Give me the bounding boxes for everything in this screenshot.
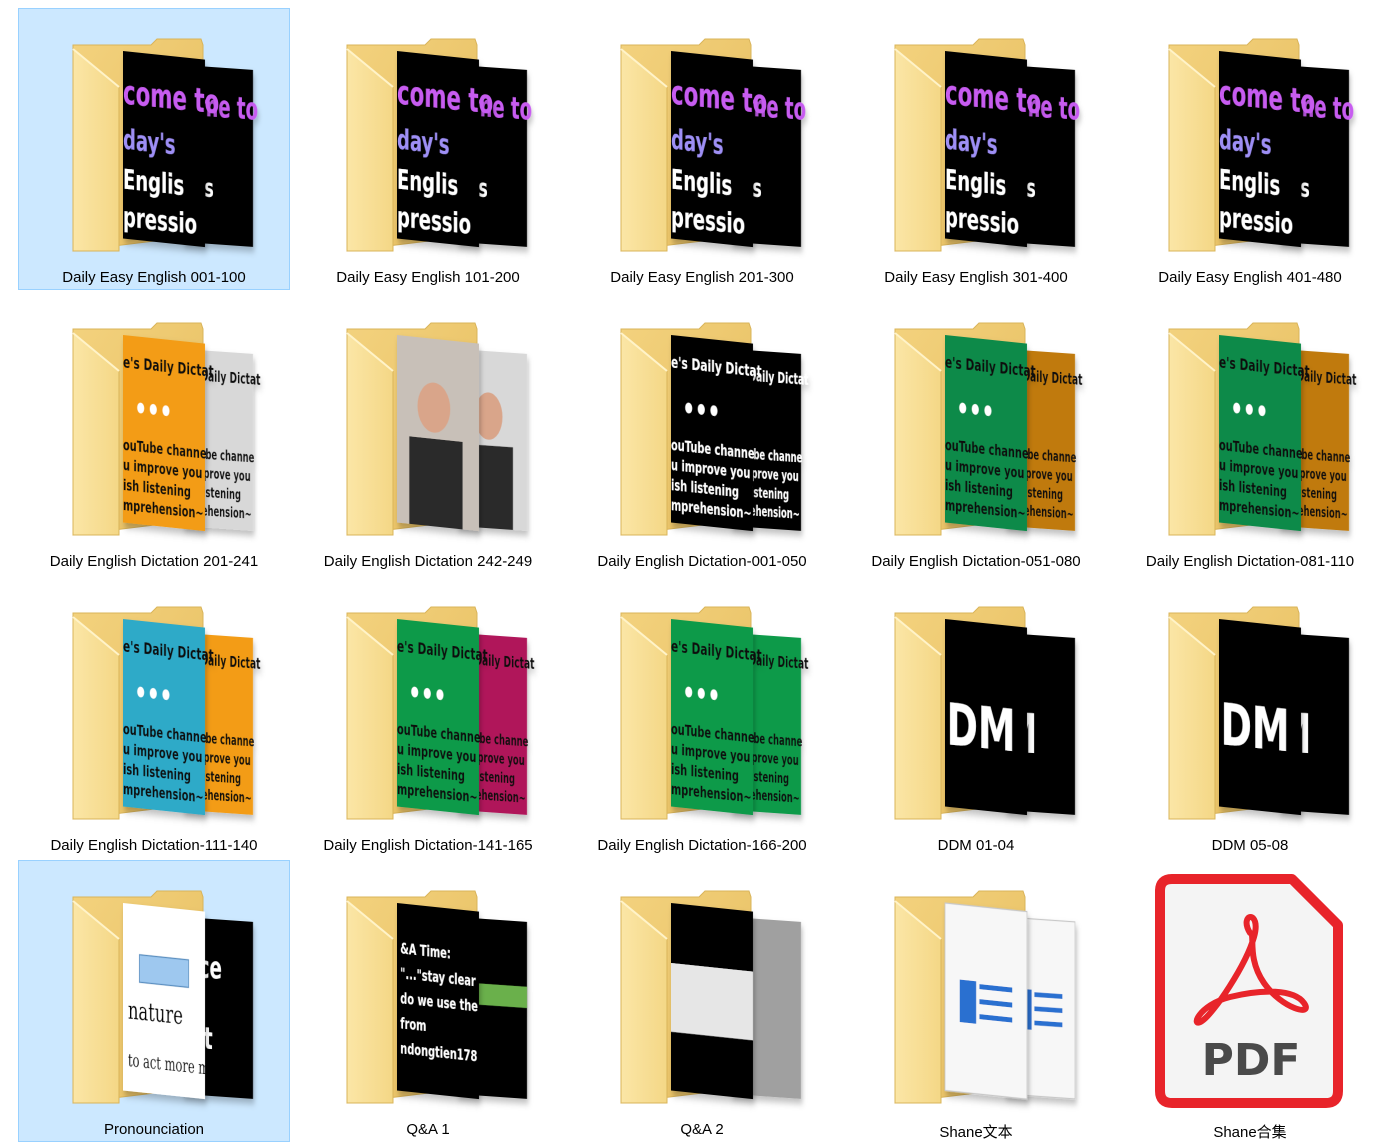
folder-item[interactable]: come to'sglis come today'sEnglispressio … xyxy=(566,8,838,290)
svg-text:Englis: Englis xyxy=(945,164,1006,202)
folder-item[interactable]: e's Daily Dictat ouTube channe u improve y… xyxy=(566,292,838,574)
item-label: Q&A 1 xyxy=(406,1121,450,1138)
svg-text:from: from xyxy=(400,1014,426,1034)
item-label: Daily English Dictation-051-080 xyxy=(871,553,1081,570)
item-label: Q&A 2 xyxy=(680,1121,724,1138)
item-label: Daily English Dictation 201-241 xyxy=(49,553,259,570)
folder-item[interactable]: Daily English Dictation 242-249 xyxy=(292,292,564,574)
item-label: Daily Easy English 301-400 xyxy=(884,269,1068,286)
svg-text:•••: ••• xyxy=(956,390,994,429)
pdf-type-text: PDF xyxy=(1202,1035,1301,1086)
folder-item[interactable]: M DM DDM 01-04 xyxy=(840,576,1112,858)
svg-text:day's: day's xyxy=(123,124,176,161)
folder-item[interactable]: come to'sglis come today'sEnglispressio … xyxy=(1114,8,1386,290)
svg-text:nature: nature xyxy=(128,995,183,1030)
folder-icon xyxy=(893,890,1076,1107)
folder-icon: ncet natureto act more m xyxy=(71,890,253,1107)
svg-text:•••: ••• xyxy=(1230,390,1268,429)
folder-icon: e's Daily Dictat ouTube channe u improve y… xyxy=(1167,322,1356,539)
item-label: Daily English Dictation-141-165 xyxy=(323,837,533,854)
folder-icon: &A Time: "..."stay clear do we use the from… xyxy=(345,890,527,1107)
folder-icon: e's Daily Dictat ouTube channe u improve y… xyxy=(619,606,808,823)
folder-item[interactable]: e's Daily Dictat ouTube channe u improve y… xyxy=(292,576,564,858)
folder-item[interactable]: e's Daily Dictat ouTube channe u improve y… xyxy=(18,576,290,858)
folder-icon: e's Daily Dictat ouTube channe u improve y… xyxy=(71,606,260,823)
folder-icon xyxy=(619,890,801,1107)
svg-text:Englis: Englis xyxy=(671,164,732,202)
folder-icon: e's Daily Dictat ouTube channe u improve y… xyxy=(71,322,260,539)
folder-icon: M DM xyxy=(893,606,1075,823)
svg-text:•••: ••• xyxy=(408,674,446,713)
svg-text:•••: ••• xyxy=(134,674,172,713)
item-label: Daily English Dictation-081-110 xyxy=(1145,553,1355,570)
item-label: Shane合集 xyxy=(1213,1124,1287,1141)
svg-text:day's: day's xyxy=(397,124,450,161)
folder-item[interactable]: &A Time: "..."stay clear do we use the from… xyxy=(292,860,564,1142)
item-label: Daily English Dictation-111-140 xyxy=(50,837,258,854)
item-label: Daily English Dictation-166-200 xyxy=(597,837,807,854)
folder-icon: e's Daily Dictat ouTube channe u improve y… xyxy=(345,606,534,823)
folder-item[interactable]: ncet natureto act more m Pronounciation xyxy=(18,860,290,1142)
item-label: Daily Easy English 001-100 xyxy=(62,269,246,286)
svg-text:day's: day's xyxy=(671,124,724,161)
svg-text:DM: DM xyxy=(947,692,1016,765)
folder-item[interactable]: M DM DDM 05-08 xyxy=(1114,576,1386,858)
folder-icon: come to'sglis come today'sEnglispressio xyxy=(893,38,1080,255)
folder-icon: come to'sglis come today'sEnglispressio xyxy=(71,38,258,255)
folder-icon: M DM xyxy=(1167,606,1349,823)
item-label: DDM 05-08 xyxy=(1211,837,1289,854)
svg-text:day's: day's xyxy=(1219,124,1272,161)
folder-item[interactable]: e's Daily Dictat ouTube channe u improve y… xyxy=(566,576,838,858)
folder-item[interactable]: Q&A 2 xyxy=(566,860,838,1142)
item-label: DDM 01-04 xyxy=(937,837,1015,854)
svg-text:•••: ••• xyxy=(134,390,172,429)
svg-text:•••: ••• xyxy=(682,674,720,713)
folder-item[interactable]: e's Daily Dictat ouTube channe u improve y… xyxy=(18,292,290,574)
item-label: Daily English Dictation-001-050 xyxy=(597,553,807,570)
item-label: Shane文本 xyxy=(939,1124,1013,1141)
svg-text:day's: day's xyxy=(945,124,998,161)
folder-icon: come to'sglis come today'sEnglispressio xyxy=(619,38,806,255)
folder-icon xyxy=(345,322,527,539)
item-label: Daily Easy English 101-200 xyxy=(336,269,520,286)
folder-item[interactable]: come to'sglis come today'sEnglispressio … xyxy=(840,8,1112,290)
folder-item[interactable]: come to'sglis come today'sEnglispressio … xyxy=(18,8,290,290)
folder-icon: come to'sglis come today'sEnglispressio xyxy=(345,38,532,255)
folder-icon: e's Daily Dictat ouTube channe u improve y… xyxy=(619,322,808,539)
item-label: Daily Easy English 401-480 xyxy=(1158,269,1342,286)
item-label: Daily Easy English 201-300 xyxy=(610,269,794,286)
folder-icon: come to'sglis come today'sEnglispressio xyxy=(1167,38,1354,255)
svg-text:Englis: Englis xyxy=(1219,164,1280,202)
svg-text:•••: ••• xyxy=(682,390,720,429)
svg-text:t: t xyxy=(204,1020,213,1056)
folder-item[interactable]: come to'sglis come today'sEnglispressio … xyxy=(292,8,564,290)
svg-text:Englis: Englis xyxy=(123,164,184,202)
folder-item[interactable]: e's Daily Dictat ouTube channe u improve y… xyxy=(1114,292,1386,574)
folder-icon: e's Daily Dictat ouTube channe u improve y… xyxy=(893,322,1082,539)
svg-text:Englis: Englis xyxy=(397,164,458,202)
svg-text:DM: DM xyxy=(1221,692,1290,765)
pdf-file-icon: PDF xyxy=(1154,873,1344,1109)
folder-item[interactable]: e's Daily Dictat ouTube channe u improve y… xyxy=(840,292,1112,574)
folder-item[interactable]: Shane文本 xyxy=(840,860,1112,1142)
item-label: Pronounciation xyxy=(103,1121,205,1138)
item-label: Daily English Dictation 242-249 xyxy=(323,553,533,570)
pdf-file-item[interactable]: PDF Shane合集 xyxy=(1114,860,1386,1142)
